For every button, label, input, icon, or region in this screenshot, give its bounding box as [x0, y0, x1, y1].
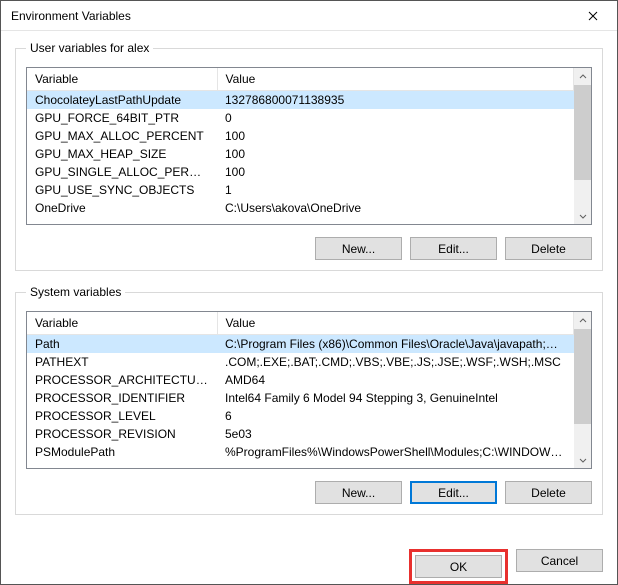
column-header-variable[interactable]: Variable: [27, 68, 217, 91]
variable-value-cell: 100: [217, 127, 574, 145]
ok-highlight: OK: [409, 549, 508, 584]
table-row[interactable]: PROCESSOR_REVISION5e03: [27, 425, 574, 443]
user-variables-table[interactable]: Variable Value ChocolateyLastPathUpdate1…: [27, 68, 574, 217]
chevron-down-icon: [579, 212, 587, 220]
table-row[interactable]: GPU_FORCE_64BIT_PTR0: [27, 109, 574, 127]
variable-value-cell: 100: [217, 163, 574, 181]
table-row[interactable]: GPU_MAX_ALLOC_PERCENT100: [27, 127, 574, 145]
variable-value-cell: AMD64: [217, 371, 574, 389]
variable-name-cell: Path: [27, 335, 217, 354]
variable-name-cell: PROCESSOR_IDENTIFIER: [27, 389, 217, 407]
table-row[interactable]: PROCESSOR_ARCHITECTUREAMD64: [27, 371, 574, 389]
variable-name-cell: PROCESSOR_REVISION: [27, 425, 217, 443]
system-delete-button[interactable]: Delete: [505, 481, 592, 504]
user-variables-legend: User variables for alex: [26, 41, 153, 55]
scroll-track[interactable]: [574, 329, 591, 451]
variable-value-cell: 6: [217, 407, 574, 425]
scroll-down-button[interactable]: [574, 207, 591, 224]
scroll-down-button[interactable]: [574, 451, 591, 468]
variable-name-cell: PSModulePath: [27, 443, 217, 461]
close-icon: [588, 11, 598, 21]
user-variables-table-wrap: Variable Value ChocolateyLastPathUpdate1…: [26, 67, 592, 225]
system-edit-button[interactable]: Edit...: [410, 481, 497, 504]
table-row[interactable]: PathC:\Program Files (x86)\Common Files\…: [27, 335, 574, 354]
column-header-variable[interactable]: Variable: [27, 312, 217, 335]
table-row[interactable]: PROCESSOR_IDENTIFIERIntel64 Family 6 Mod…: [27, 389, 574, 407]
system-scrollbar[interactable]: [574, 312, 591, 468]
ok-button[interactable]: OK: [415, 555, 502, 578]
variable-value-cell: %ProgramFiles%\WindowsPowerShell\Modules…: [217, 443, 574, 461]
variable-value-cell: 132786800071138935: [217, 91, 574, 110]
system-buttons-row: New... Edit... Delete: [26, 469, 592, 504]
table-row[interactable]: GPU_MAX_HEAP_SIZE100: [27, 145, 574, 163]
variable-name-cell: GPU_MAX_HEAP_SIZE: [27, 145, 217, 163]
system-variables-table[interactable]: Variable Value PathC:\Program Files (x86…: [27, 312, 574, 461]
variable-name-cell: GPU_USE_SYNC_OBJECTS: [27, 181, 217, 199]
table-row[interactable]: PROCESSOR_LEVEL6: [27, 407, 574, 425]
variable-name-cell: PROCESSOR_ARCHITECTURE: [27, 371, 217, 389]
titlebar: Environment Variables: [1, 1, 617, 31]
variable-value-cell: 0: [217, 109, 574, 127]
variable-value-cell: .COM;.EXE;.BAT;.CMD;.VBS;.VBE;.JS;.JSE;.…: [217, 353, 574, 371]
table-row[interactable]: OneDriveC:\Users\akova\OneDrive: [27, 199, 574, 217]
variable-name-cell: GPU_SINGLE_ALLOC_PERCE...: [27, 163, 217, 181]
scroll-thumb[interactable]: [574, 85, 591, 180]
scroll-up-button[interactable]: [574, 68, 591, 85]
table-row[interactable]: GPU_USE_SYNC_OBJECTS1: [27, 181, 574, 199]
system-variables-group: System variables Variable Value PathC:\P…: [15, 285, 603, 515]
variable-name-cell: GPU_MAX_ALLOC_PERCENT: [27, 127, 217, 145]
variable-value-cell: 1: [217, 181, 574, 199]
user-delete-button[interactable]: Delete: [505, 237, 592, 260]
variable-value-cell: 100: [217, 145, 574, 163]
variable-name-cell: PROCESSOR_LEVEL: [27, 407, 217, 425]
variable-value-cell: 5e03: [217, 425, 574, 443]
chevron-up-icon: [579, 73, 587, 81]
cancel-button[interactable]: Cancel: [516, 549, 603, 572]
table-row[interactable]: GPU_SINGLE_ALLOC_PERCE...100: [27, 163, 574, 181]
column-header-value[interactable]: Value: [217, 68, 574, 91]
user-new-button[interactable]: New...: [315, 237, 402, 260]
variable-name-cell: GPU_FORCE_64BIT_PTR: [27, 109, 217, 127]
system-new-button[interactable]: New...: [315, 481, 402, 504]
dialog-content: User variables for alex Variable Value C…: [1, 31, 617, 543]
scroll-track[interactable]: [574, 85, 591, 207]
user-buttons-row: New... Edit... Delete: [26, 225, 592, 260]
variable-value-cell: C:\Users\akova\OneDrive: [217, 199, 574, 217]
column-header-value[interactable]: Value: [217, 312, 574, 335]
window-title: Environment Variables: [11, 9, 570, 23]
user-edit-button[interactable]: Edit...: [410, 237, 497, 260]
variable-name-cell: ChocolateyLastPathUpdate: [27, 91, 217, 110]
variable-name-cell: OneDrive: [27, 199, 217, 217]
chevron-up-icon: [579, 317, 587, 325]
variable-value-cell: C:\Program Files (x86)\Common Files\Orac…: [217, 335, 574, 354]
system-variables-table-wrap: Variable Value PathC:\Program Files (x86…: [26, 311, 592, 469]
scroll-up-button[interactable]: [574, 312, 591, 329]
scroll-thumb[interactable]: [574, 329, 591, 424]
close-button[interactable]: [570, 1, 615, 30]
table-row[interactable]: PATHEXT.COM;.EXE;.BAT;.CMD;.VBS;.VBE;.JS…: [27, 353, 574, 371]
chevron-down-icon: [579, 456, 587, 464]
user-variables-group: User variables for alex Variable Value C…: [15, 41, 603, 271]
system-variables-legend: System variables: [26, 285, 125, 299]
variable-value-cell: Intel64 Family 6 Model 94 Stepping 3, Ge…: [217, 389, 574, 407]
user-scrollbar[interactable]: [574, 68, 591, 224]
variable-name-cell: PATHEXT: [27, 353, 217, 371]
table-row[interactable]: ChocolateyLastPathUpdate1327868000711389…: [27, 91, 574, 110]
dialog-buttons-row: OK Cancel: [1, 543, 617, 584]
table-row[interactable]: PSModulePath%ProgramFiles%\WindowsPowerS…: [27, 443, 574, 461]
